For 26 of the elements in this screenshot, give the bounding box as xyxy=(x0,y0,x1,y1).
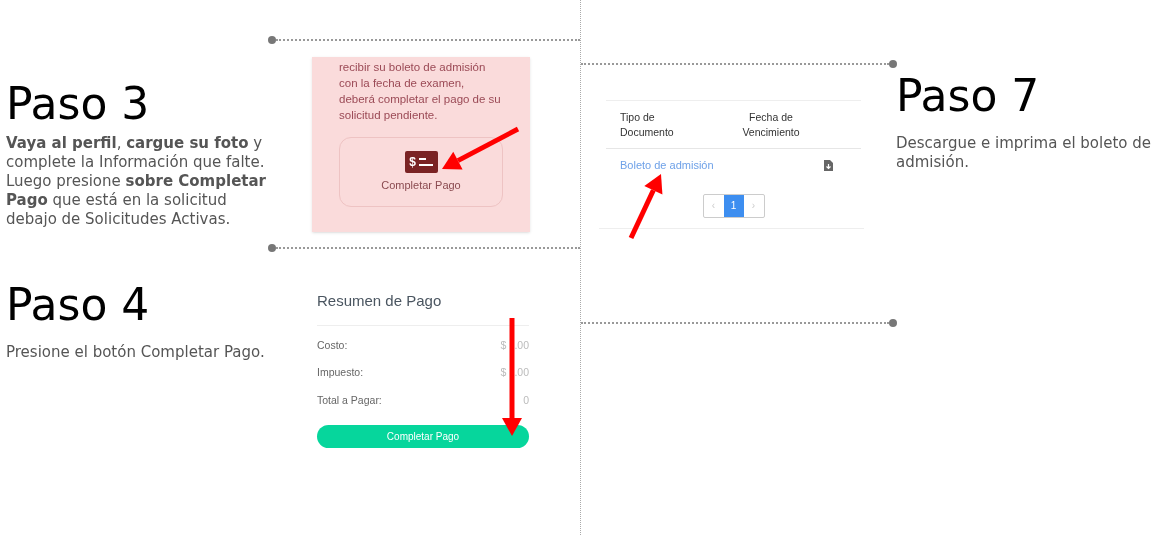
next-page-button[interactable]: › xyxy=(743,194,764,217)
column-header: Tipo de Documento xyxy=(619,110,675,140)
step-title: Paso 4 xyxy=(6,279,151,331)
step-description: Descargue e imprima el boleto de admisión. xyxy=(896,134,1152,172)
step-title: Paso 3 xyxy=(6,78,151,130)
amount-text: .00 xyxy=(514,365,529,381)
amount-text: 0 xyxy=(523,393,529,408)
amount-text: $ xyxy=(500,365,507,381)
card-text: recibir su boleto de admisión con la fecha de examen, deberá completar el pago de su solicitud pendiente. xyxy=(339,60,502,123)
previous-page-button[interactable]: ‹ xyxy=(703,194,724,217)
amount-text: .00 xyxy=(514,337,529,353)
summary-label: Impuesto: xyxy=(317,365,364,381)
column-header: Fecha de Vencimiento xyxy=(741,110,801,140)
amount-text: $ xyxy=(500,337,507,353)
document-link[interactable]: Boleto de admisión xyxy=(620,157,714,174)
download-icon[interactable] xyxy=(824,159,833,171)
step-title: Paso 7 xyxy=(896,70,1041,122)
summary-label: Costo: xyxy=(317,337,348,353)
step-description: Vaya al perfil, cargue su foto y complete la Información que falte. Luego presione sobre Completar Pago que está en la solicitud debajo de Solicitudes Activas. xyxy=(6,134,267,229)
complete-payment-button[interactable]: Completar Pago xyxy=(317,424,529,448)
step-description: Presione el botón Completar Pago. xyxy=(6,343,266,362)
payment-icon: $ xyxy=(404,150,438,173)
pointer-arrow xyxy=(628,174,663,240)
summary-label: Total a Pagar: xyxy=(317,393,382,408)
page-button[interactable]: 1 xyxy=(723,194,744,217)
summary-title: Resumen de Pago xyxy=(317,291,443,311)
